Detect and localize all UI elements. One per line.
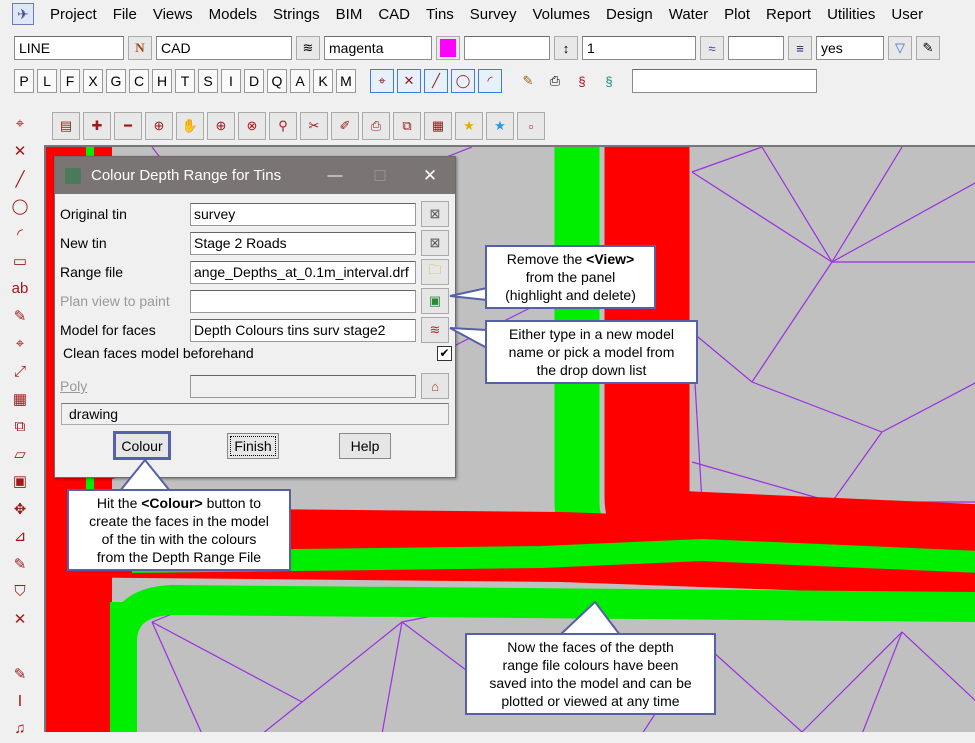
callout-model: Either type in a new model name or pick a… <box>485 320 698 384</box>
callout-remove-view: Remove the <View> from the panel (highlig… <box>485 245 656 309</box>
callout-faces-saved: Now the faces of the depth range file col… <box>465 633 716 715</box>
callout-colour: Hit the <Colour> button to create the fac… <box>67 489 291 571</box>
